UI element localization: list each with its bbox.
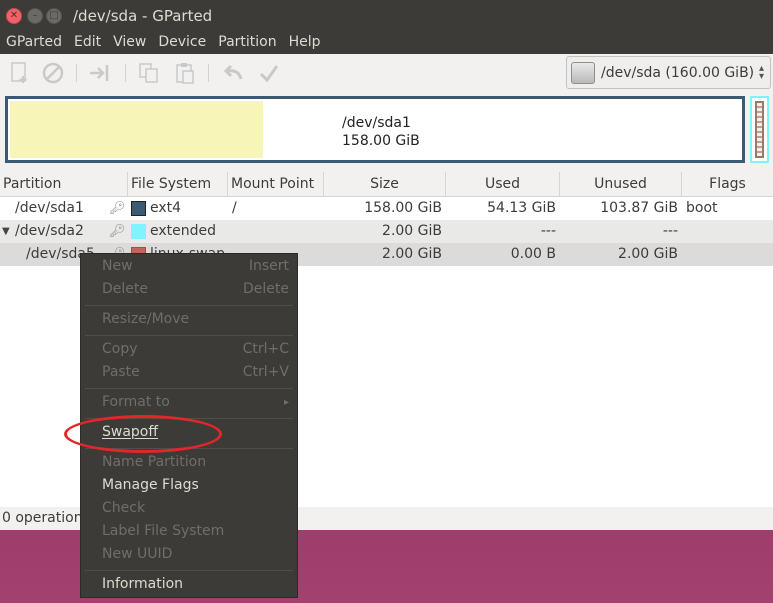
maximize-window-button[interactable]: □ [46, 8, 62, 24]
hard-disk-icon [571, 61, 595, 84]
menu-item-accelerator: Ctrl+C [242, 341, 289, 357]
menu-item-label: Delete [102, 281, 148, 297]
menu-view[interactable]: View [107, 32, 152, 54]
menu-item-name-partition[interactable]: Name Partition [81, 452, 297, 474]
menu-separator [85, 335, 293, 336]
menu-item-paste[interactable]: Paste Ctrl+V [81, 362, 297, 384]
menu-gparted[interactable]: GParted [0, 32, 68, 54]
file-system: extended [150, 223, 217, 239]
column-header-mount-point[interactable]: Mount Point [228, 172, 324, 196]
menu-item-label: Label File System [102, 523, 225, 539]
key-icon: 🔑︎ [109, 224, 126, 239]
paste-icon[interactable] [173, 61, 197, 85]
menu-item-label: Format to [102, 394, 170, 410]
submenu-arrow-icon: ▸ [283, 397, 289, 408]
partition-unused: --- [662, 223, 678, 239]
disk-map-extended-partition[interactable] [750, 96, 769, 163]
menu-partition[interactable]: Partition [212, 32, 282, 54]
menu-item-label: Information [102, 576, 184, 592]
table-row[interactable]: ▼ /dev/sda2 🔑︎ extended 2.00 GiB --- --- [0, 220, 773, 243]
menu-item-copy[interactable]: Copy Ctrl+C [81, 339, 297, 361]
menu-item-information[interactable]: Information [81, 574, 297, 596]
partition-size: 2.00 GiB [382, 223, 442, 239]
window-title: /dev/sda - GParted [73, 7, 213, 25]
mount-point: / [232, 200, 237, 216]
menu-item-label: Copy [102, 341, 138, 357]
partition-flags: boot [686, 200, 718, 216]
undo-icon[interactable] [221, 61, 245, 85]
menu-item-label: Paste [102, 364, 140, 380]
column-header-file-system[interactable]: File System [128, 172, 228, 196]
menu-item-new-uuid[interactable]: New UUID [81, 544, 297, 566]
menu-item-label: New UUID [102, 546, 173, 562]
column-header-partition[interactable]: Partition [0, 172, 128, 196]
menu-help[interactable]: Help [283, 32, 327, 54]
fs-color-swatch [131, 201, 146, 216]
partition-size: 158.00 GiB [364, 200, 442, 216]
partition-name: /dev/sda2 [15, 223, 84, 239]
partition-used: 54.13 GiB [487, 200, 556, 216]
partition-unused: 2.00 GiB [618, 246, 678, 262]
partition-name: /dev/sda1 [15, 200, 84, 216]
disk-map-partition-name: /dev/sda1 [342, 115, 411, 131]
menu-item-check[interactable]: Check [81, 498, 297, 520]
menu-item-accelerator: Ctrl+V [242, 364, 289, 380]
disk-map-swap-partition[interactable] [755, 101, 764, 158]
menu-device[interactable]: Device [152, 32, 212, 54]
menu-item-resize-move[interactable]: Resize/Move [81, 309, 297, 331]
fs-color-swatch [131, 224, 146, 239]
toolbar-separator [208, 64, 209, 82]
column-header-unused[interactable]: Unused [560, 172, 682, 196]
apply-icon[interactable] [257, 61, 281, 85]
column-header-used[interactable]: Used [446, 172, 560, 196]
menu-item-accelerator: Insert [248, 258, 289, 274]
menu-item-new[interactable]: New Insert [81, 256, 297, 278]
menu-bar: GParted Edit View Device Partition Help [0, 32, 773, 54]
disk-map-partition-sda1[interactable]: /dev/sda1 158.00 GiB [5, 96, 745, 163]
toolbar-separator [76, 64, 77, 82]
delete-icon[interactable] [41, 61, 65, 85]
title-bar: ✕ – □ /dev/sda - GParted [0, 0, 773, 32]
menu-edit[interactable]: Edit [68, 32, 107, 54]
device-selector-value: /dev/sda (160.00 GiB) [601, 64, 755, 81]
menu-separator [85, 305, 293, 306]
menu-item-format-to[interactable]: Format to ▸ [81, 392, 297, 414]
device-selector[interactable]: /dev/sda (160.00 GiB) ▴ ▾ [566, 56, 771, 89]
table-row[interactable]: /dev/sda1 🔑︎ ext4 / 158.00 GiB 54.13 GiB… [0, 197, 773, 220]
menu-item-label: New [102, 258, 133, 274]
partition-unused: 103.87 GiB [600, 200, 678, 216]
table-header: Partition File System Mount Point Size U… [0, 172, 773, 197]
menu-separator [85, 388, 293, 389]
file-system: ext4 [150, 200, 182, 216]
partition-used: --- [540, 223, 556, 239]
resize-move-icon[interactable] [88, 61, 112, 85]
copy-icon[interactable] [137, 61, 161, 85]
partition-size: 2.00 GiB [382, 246, 442, 262]
menu-item-manage-flags[interactable]: Manage Flags [81, 475, 297, 497]
key-icon: 🔑︎ [109, 201, 126, 216]
menu-item-accelerator: Delete [243, 281, 289, 297]
disk-map-used-space [10, 101, 263, 158]
new-partition-icon[interactable] [8, 61, 32, 85]
menu-separator [85, 570, 293, 571]
menu-item-label-file-system[interactable]: Label File System [81, 521, 297, 543]
expander-arrow-icon[interactable]: ▼ [2, 220, 10, 243]
partition-used: 0.00 B [510, 246, 556, 262]
menu-item-label: Name Partition [102, 454, 207, 470]
menu-item-label: Manage Flags [102, 477, 199, 493]
highlight-annotation-oval [64, 415, 222, 453]
minimize-window-button[interactable]: – [27, 8, 43, 24]
column-header-size[interactable]: Size [324, 172, 446, 196]
menu-item-delete[interactable]: Delete Delete [81, 279, 297, 301]
menu-item-label: Resize/Move [102, 311, 190, 327]
close-window-button[interactable]: ✕ [6, 8, 22, 24]
disk-map-partition-size: 158.00 GiB [342, 133, 420, 149]
column-header-flags[interactable]: Flags [682, 172, 773, 196]
menu-item-label: Check [102, 500, 146, 516]
toolbar-separator [125, 64, 126, 82]
spin-arrows-icon: ▴ ▾ [758, 62, 764, 82]
